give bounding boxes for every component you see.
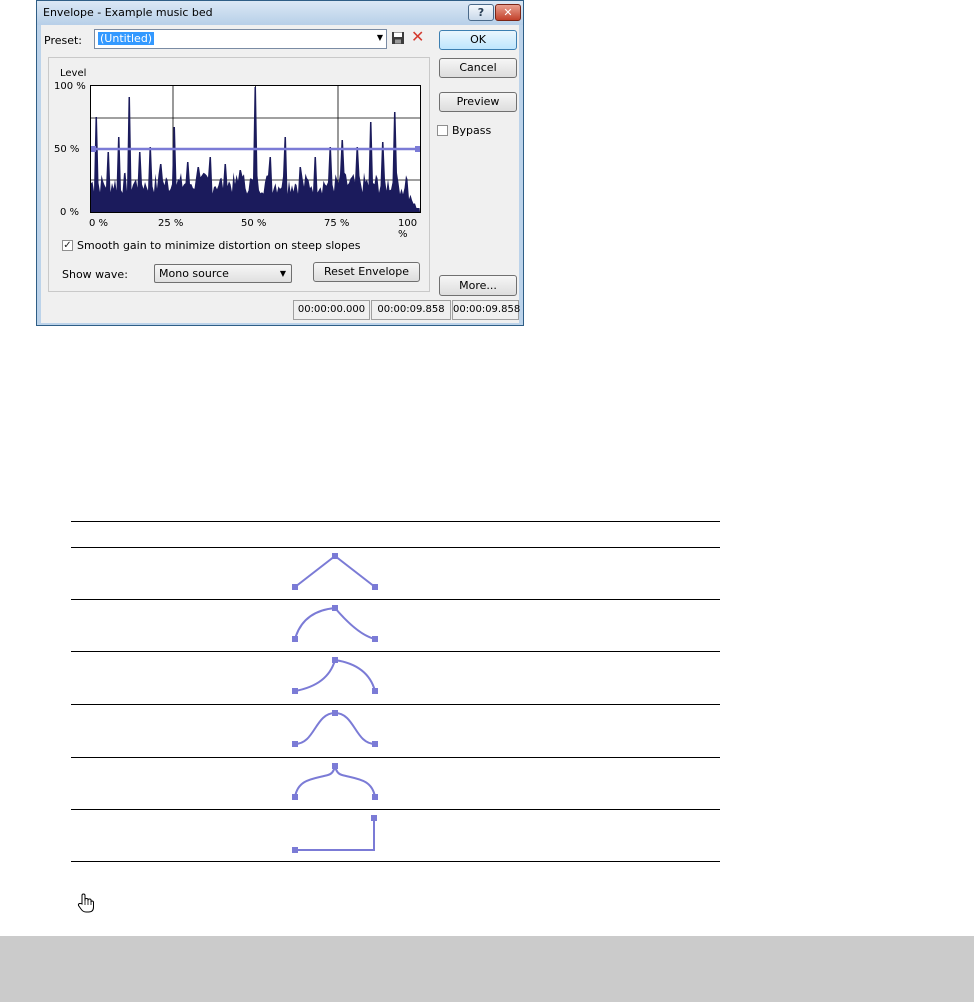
smooth-fade-curve-icon bbox=[292, 710, 378, 747]
table-rule bbox=[71, 809, 720, 810]
hand-pointer-icon bbox=[77, 893, 94, 913]
hold-fade-curve-icon bbox=[292, 815, 377, 853]
reset-envelope-button[interactable]: Reset Envelope bbox=[313, 262, 420, 282]
show-wave-value: Mono source bbox=[159, 267, 229, 280]
title-bar[interactable]: Envelope - Example music bed ? ✕ bbox=[37, 1, 523, 25]
envelope-dialog: Envelope - Example music bed ? ✕ Preset:… bbox=[36, 0, 524, 326]
sharp-fade-curve-icon bbox=[292, 763, 378, 800]
x-tick-25: 25 % bbox=[158, 218, 184, 229]
envelope-group: Level 100 % 50 % 0 % 0 % 25 % 50 % 75 % … bbox=[48, 57, 430, 292]
save-preset-icon[interactable] bbox=[391, 31, 405, 45]
preset-combo[interactable]: (Untitled) ▼ bbox=[94, 29, 387, 49]
delete-preset-icon[interactable]: ✕ bbox=[411, 29, 424, 45]
bypass-checkbox[interactable] bbox=[437, 125, 448, 136]
status-length: 00:00:09.858 bbox=[452, 300, 520, 320]
show-wave-dropdown[interactable]: Mono source ▼ bbox=[154, 264, 292, 283]
close-icon: ✕ bbox=[503, 6, 513, 19]
y-tick-100: 100 % bbox=[54, 81, 86, 92]
footer-bar bbox=[0, 936, 974, 1002]
more-button[interactable]: More... bbox=[439, 275, 517, 296]
fast-fade-curve-icon bbox=[292, 605, 378, 642]
x-tick-50: 50 % bbox=[241, 218, 267, 229]
smooth-gain-checkbox[interactable]: ✓ bbox=[62, 240, 73, 251]
x-tick-75: 75 % bbox=[324, 218, 350, 229]
preview-button[interactable]: Preview bbox=[439, 92, 517, 112]
table-rule bbox=[71, 704, 720, 705]
show-wave-label: Show wave: bbox=[62, 268, 128, 281]
status-start-time: 00:00:00.000 bbox=[293, 300, 370, 320]
smooth-gain-label: Smooth gain to minimize distortion on st… bbox=[77, 239, 361, 252]
table-rule bbox=[71, 599, 720, 600]
envelope-graph-svg[interactable] bbox=[91, 86, 420, 212]
close-button[interactable]: ✕ bbox=[495, 4, 521, 21]
table-rule bbox=[71, 757, 720, 758]
envelope-graph[interactable] bbox=[90, 85, 421, 213]
preset-label: Preset: bbox=[44, 34, 83, 47]
table-rule bbox=[71, 521, 720, 522]
help-icon: ? bbox=[477, 6, 485, 19]
dialog-client: Preset: (Untitled) ▼ ✕ OK Cancel Preview… bbox=[41, 25, 520, 323]
linear-fade-curve-icon bbox=[292, 553, 378, 590]
table-rule bbox=[71, 861, 720, 862]
status-end-time: 00:00:09.858 bbox=[371, 300, 451, 320]
x-tick-0: 0 % bbox=[89, 218, 109, 229]
envelope-point-end[interactable] bbox=[415, 146, 420, 152]
window-title: Envelope - Example music bed bbox=[43, 6, 213, 19]
y-tick-50: 50 % bbox=[54, 144, 80, 155]
x-tick-100: 100 % bbox=[398, 218, 418, 240]
ok-button[interactable]: OK bbox=[439, 30, 517, 50]
level-label: Level bbox=[60, 68, 87, 79]
chevron-down-icon[interactable]: ▼ bbox=[377, 33, 383, 42]
preset-value[interactable]: (Untitled) bbox=[98, 32, 155, 45]
table-rule bbox=[71, 651, 720, 652]
help-button[interactable]: ? bbox=[468, 4, 494, 21]
envelope-point-start[interactable] bbox=[91, 146, 96, 152]
bypass-label: Bypass bbox=[452, 124, 492, 137]
chevron-down-icon[interactable]: ▼ bbox=[280, 269, 286, 278]
slow-fade-curve-icon bbox=[292, 657, 378, 694]
table-rule bbox=[71, 547, 720, 548]
cancel-button[interactable]: Cancel bbox=[439, 58, 517, 78]
y-tick-0: 0 % bbox=[60, 207, 80, 218]
